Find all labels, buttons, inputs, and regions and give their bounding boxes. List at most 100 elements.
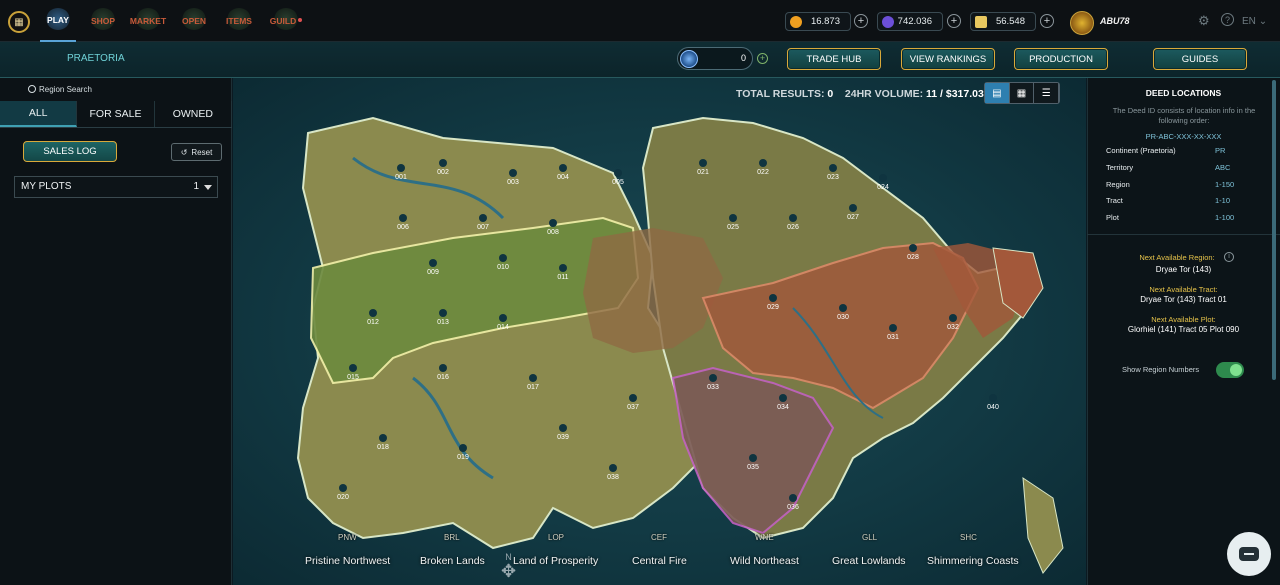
region-marker[interactable] [339,484,347,492]
production-button[interactable]: PRODUCTION [1014,48,1108,70]
legend-land-of-prosperity[interactable]: Land of Prosperity [513,555,598,567]
region-marker[interactable] [509,169,517,177]
region-marker[interactable] [769,294,777,302]
nav-play[interactable]: PLAY [40,0,76,42]
deed-row-value: 1-150 [1215,180,1235,189]
region-marker[interactable] [829,164,837,172]
region-marker[interactable] [909,244,917,252]
map-islands [992,247,1064,574]
nav-shop[interactable]: SHOP [86,0,120,42]
list-view-icon[interactable]: ☰ [1034,83,1060,103]
region-marker[interactable] [349,364,357,372]
show-region-numbers-toggle[interactable] [1216,362,1244,378]
plot-number-label: 040 [987,404,999,411]
region-marker[interactable] [379,434,387,442]
region-marker[interactable] [439,159,447,167]
legend-central-fire[interactable]: Central Fire [632,555,687,567]
region-marker[interactable] [879,174,887,182]
legend-great-lowlands[interactable]: Great Lowlands [832,555,906,567]
region-marker[interactable] [559,164,567,172]
legend-shimmering-coasts[interactable]: Shimmering Coasts [927,555,1019,567]
region-marker[interactable] [749,454,757,462]
username[interactable]: ABU78 [1100,16,1130,26]
region-marker[interactable] [399,214,407,222]
add-gem-button[interactable]: + [947,14,961,28]
nav-market[interactable]: MARKET [128,0,168,42]
region-marker[interactable] [709,374,717,382]
nav-guild[interactable]: GUILD [268,0,304,42]
trade-hub-button[interactable]: TRADE HUB [787,48,881,70]
volume-value: 11 / $317.03 [926,88,984,100]
region-marker[interactable] [499,254,507,262]
region-marker[interactable] [609,464,617,472]
game-logo-icon[interactable]: ▦ [8,11,30,33]
grid-view-icon[interactable]: ▦ [1010,83,1035,103]
region-marker[interactable] [789,494,797,502]
guides-button[interactable]: GUIDES [1153,48,1247,70]
plot-number-label: 029 [767,304,779,311]
plot-number-label: 016 [437,374,449,381]
view-rankings-button[interactable]: VIEW RANKINGS [901,48,995,70]
map-canvas[interactable]: 001 002 003 004 005 006 007 008 009 010 011 012 013 0… [233,78,1086,585]
region-marker[interactable] [779,394,787,402]
plot-number-label: 013 [437,319,449,326]
world-map[interactable]: 001 002 003 004 005 006 007 008 009 010 011 012 013 0… [233,78,1086,585]
region-marker[interactable] [789,214,797,222]
region-marker[interactable] [397,164,405,172]
tab-all[interactable]: ALL [0,101,78,127]
region-marker[interactable] [439,309,447,317]
region-marker[interactable] [479,214,487,222]
region-marker[interactable] [529,374,537,382]
region-marker[interactable] [549,219,557,227]
region-marker[interactable] [459,444,467,452]
region-marker[interactable] [729,214,737,222]
region-abbr: PNW [338,533,357,542]
region-marker[interactable] [839,304,847,312]
region-marker[interactable] [559,424,567,432]
add-gold-button[interactable]: + [854,14,868,28]
region-marker[interactable] [614,169,622,177]
legend-broken-lands[interactable]: Broken Lands [420,555,485,567]
region-marker[interactable] [429,259,437,267]
tab-for-sale[interactable]: FOR SALE [77,101,155,127]
plot-number-label: 015 [347,374,359,381]
region-marker[interactable] [699,159,707,167]
info-icon[interactable]: i [1224,252,1234,262]
region-marker[interactable] [369,309,377,317]
region-marker[interactable] [949,314,957,322]
my-plots-dropdown[interactable]: MY PLOTS 1 [14,176,218,198]
legend-pristine-northwest[interactable]: Pristine Northwest [305,555,390,567]
region-marker[interactable] [559,264,567,272]
reset-button[interactable]: ↺ Reset [171,143,222,161]
add-scroll-button[interactable]: + [1040,14,1054,28]
plot-number-label: 003 [507,179,519,186]
avatar[interactable] [1070,11,1094,35]
map-view-icon[interactable]: ▤ [985,83,1010,103]
add-energy-button[interactable]: + [757,53,768,64]
plot-number-label: 032 [947,324,959,331]
region-marker[interactable] [629,394,637,402]
region-abbr: LOP [548,533,565,542]
chat-button[interactable] [1227,532,1271,576]
language-select[interactable]: EN ⌄ [1242,16,1267,27]
nav-open[interactable]: OPEN [178,0,210,42]
plot-number-label: 011 [557,274,568,281]
region-marker[interactable] [439,364,447,372]
gear-icon[interactable]: ⚙ [1198,13,1210,29]
info-scrollbar[interactable] [1272,80,1276,380]
region-marker[interactable] [889,324,897,332]
region-search[interactable]: Region Search [28,84,92,94]
legend-wild-northeast[interactable]: Wild Northeast [730,555,799,567]
plot-number-label: 005 [612,179,624,186]
region-marker[interactable] [849,204,857,212]
tab-owned[interactable]: OWNED [155,101,232,127]
plot-number-label: 030 [837,314,849,321]
sales-log-button[interactable]: SALES LOG [23,141,117,162]
plot-number-label: 004 [557,174,569,181]
region-marker[interactable] [499,314,507,322]
region-marker[interactable] [759,159,767,167]
help-icon[interactable]: ? [1221,13,1234,26]
nav-items[interactable]: ITEMS [222,0,256,42]
deed-row-value: 1-100 [1215,213,1235,222]
region-marker[interactable] [989,394,997,402]
